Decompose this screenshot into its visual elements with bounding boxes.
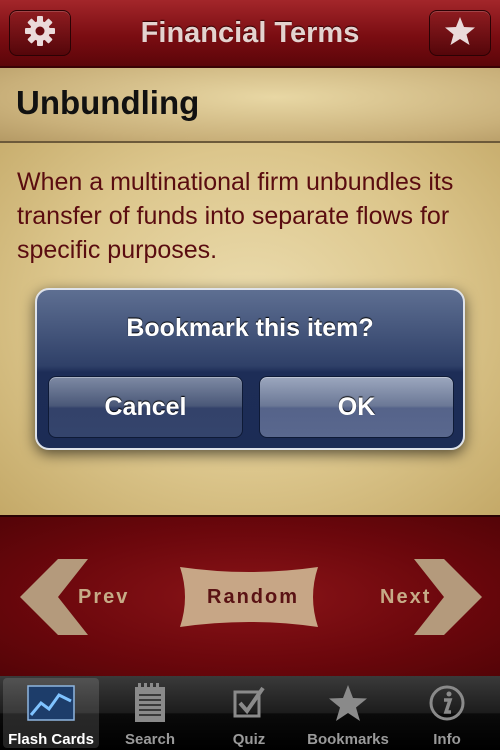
alert-message: Bookmark this item? xyxy=(126,314,374,342)
term-title-band: Unbundling xyxy=(0,68,500,143)
tab-label: Search xyxy=(124,731,176,748)
tab-quiz[interactable]: Quiz xyxy=(201,678,297,748)
tab-label: Info xyxy=(433,731,461,748)
next-button[interactable]: Next xyxy=(344,557,484,637)
random-button[interactable]: Random xyxy=(176,563,322,631)
cancel-button[interactable]: Cancel xyxy=(48,376,243,438)
random-label: Random xyxy=(207,586,299,608)
notepad-icon xyxy=(102,683,198,722)
nav-header: Financial Terms xyxy=(0,0,500,68)
next-label: Next xyxy=(380,586,432,608)
tab-info[interactable]: Info xyxy=(399,678,495,748)
bookmark-alert-dialog: Bookmark this item? Cancel OK xyxy=(35,288,465,450)
prev-label: Prev xyxy=(78,586,130,608)
checkbox-icon xyxy=(201,684,297,722)
star-icon xyxy=(444,15,476,52)
prev-button[interactable]: Prev xyxy=(18,557,158,637)
bookmark-star-button[interactable] xyxy=(429,10,491,56)
star-icon xyxy=(300,684,396,722)
tab-bar: Flash Cards Search Quiz Bookmarks Info xyxy=(0,676,500,750)
tab-bookmarks[interactable]: Bookmarks xyxy=(300,678,396,748)
chart-icon xyxy=(3,684,99,722)
term-definition: When a multinational firm unbundles its … xyxy=(17,168,454,264)
tab-flash-cards[interactable]: Flash Cards xyxy=(3,678,99,748)
card-navigation-panel: Prev Random Next xyxy=(0,515,500,676)
ok-button[interactable]: OK xyxy=(259,376,454,438)
info-icon xyxy=(399,684,495,722)
tab-search[interactable]: Search xyxy=(102,678,198,748)
tab-label: Flash Cards xyxy=(8,731,94,748)
page-title: Financial Terms xyxy=(140,17,360,49)
tab-label: Bookmarks xyxy=(307,731,389,748)
tab-label: Quiz xyxy=(232,731,266,748)
term-title: Unbundling xyxy=(16,84,200,121)
